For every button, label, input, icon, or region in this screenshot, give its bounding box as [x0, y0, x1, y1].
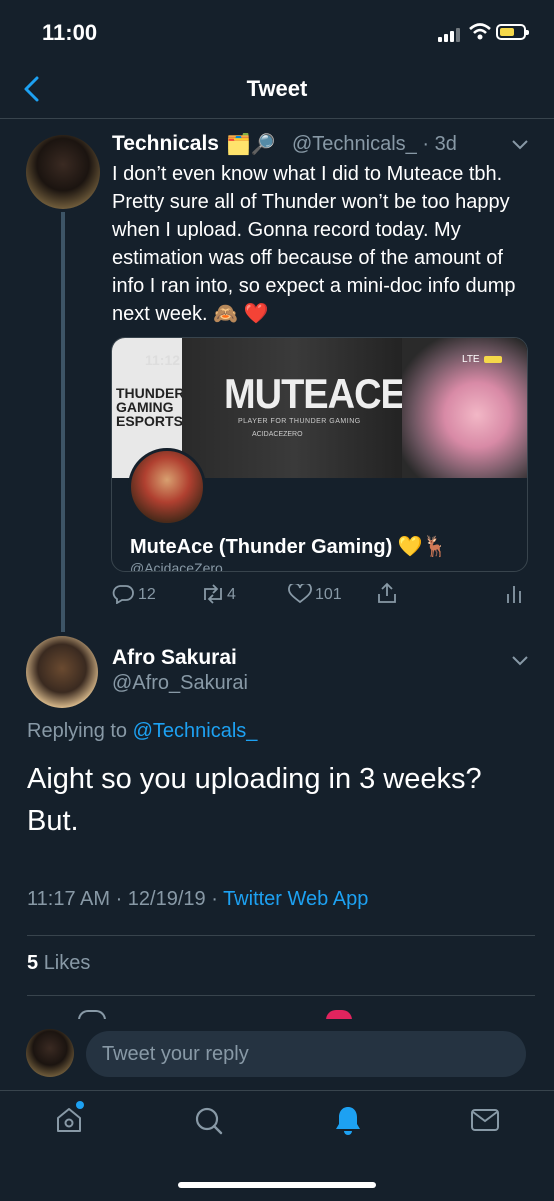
banner-title: MUTEACE: [224, 371, 406, 419]
retweet-icon[interactable]: [200, 584, 226, 604]
home-indicator[interactable]: [178, 1182, 376, 1188]
tweet-text: I don’t even know what I did to Muteace …: [112, 163, 516, 325]
notifications-icon[interactable]: [334, 1104, 362, 1136]
replying-to: Replying to @Technicals_: [27, 720, 258, 742]
source-link[interactable]: Twitter Web App: [223, 888, 368, 910]
my-avatar: [26, 1029, 74, 1077]
battery-icon: [496, 24, 529, 40]
link-card[interactable]: THUNDER GAMING ESPORTS 11:12 MUTEACE PLA…: [111, 337, 528, 572]
author-handle[interactable]: @Afro_Sakurai: [112, 672, 248, 695]
author-emoji: 🗂️🔎: [226, 134, 276, 156]
reply-text: Aight so you uploading in 3 weeks? But.: [27, 763, 482, 837]
card-avatar: [128, 448, 206, 526]
likes-count: 5: [27, 952, 39, 974]
share-icon[interactable]: [376, 582, 398, 604]
like-count: 101: [315, 586, 342, 603]
banner-subtitle: PLAYER FOR THUNDER GAMING: [238, 418, 361, 425]
chevron-down-icon[interactable]: [512, 140, 528, 150]
author-name[interactable]: Technicals: [112, 132, 219, 156]
banner-time: 11:12: [145, 352, 181, 368]
new-content-dot: [76, 1101, 84, 1109]
divider: [27, 935, 535, 936]
reply-input[interactable]: Tweet your reply: [86, 1031, 526, 1077]
card-title: MuteAce (Thunder Gaming) 💛🦌: [130, 536, 448, 558]
divider: [27, 995, 535, 996]
header-divider: [0, 118, 554, 119]
author-handle-and-age[interactable]: @Technicals_ · 3d: [292, 133, 457, 156]
reply-icon[interactable]: [112, 584, 134, 604]
author-name[interactable]: Afro Sakurai: [112, 646, 237, 670]
like-icon[interactable]: [288, 584, 312, 604]
search-icon[interactable]: [194, 1106, 224, 1136]
timestamp: 11:17 AM · 12/19/19 ·: [27, 888, 218, 910]
status-time: 11:00: [42, 20, 98, 45]
likes-summary[interactable]: 5 Likes: [27, 952, 90, 975]
home-icon[interactable]: [55, 1106, 83, 1134]
author-handle: @Technicals_: [292, 133, 417, 155]
avatar[interactable]: [26, 636, 98, 708]
reply-count: 12: [138, 586, 156, 603]
thread-line: [61, 212, 65, 632]
page-title: Tweet: [246, 76, 308, 101]
messages-icon[interactable]: [470, 1108, 500, 1132]
analytics-icon[interactable]: [506, 584, 522, 604]
card-handle: @AcidaceZero: [130, 560, 223, 572]
avatar[interactable]: [26, 135, 100, 209]
chevron-down-icon[interactable]: [512, 656, 528, 666]
tweet-meta: 11:17 AM · 12/19/19 · Twitter Web App: [27, 888, 368, 911]
retweet-count: 4: [227, 586, 236, 603]
wifi-icon: [469, 23, 491, 40]
likes-label: Likes: [43, 952, 91, 974]
banner-character-image: LTE: [402, 338, 527, 478]
replying-to-link[interactable]: @Technicals_: [133, 720, 258, 742]
tweet-age: · 3d: [422, 133, 457, 155]
signal-icon: [438, 28, 460, 42]
banner-handle: ACIDACEZERO: [252, 431, 303, 438]
